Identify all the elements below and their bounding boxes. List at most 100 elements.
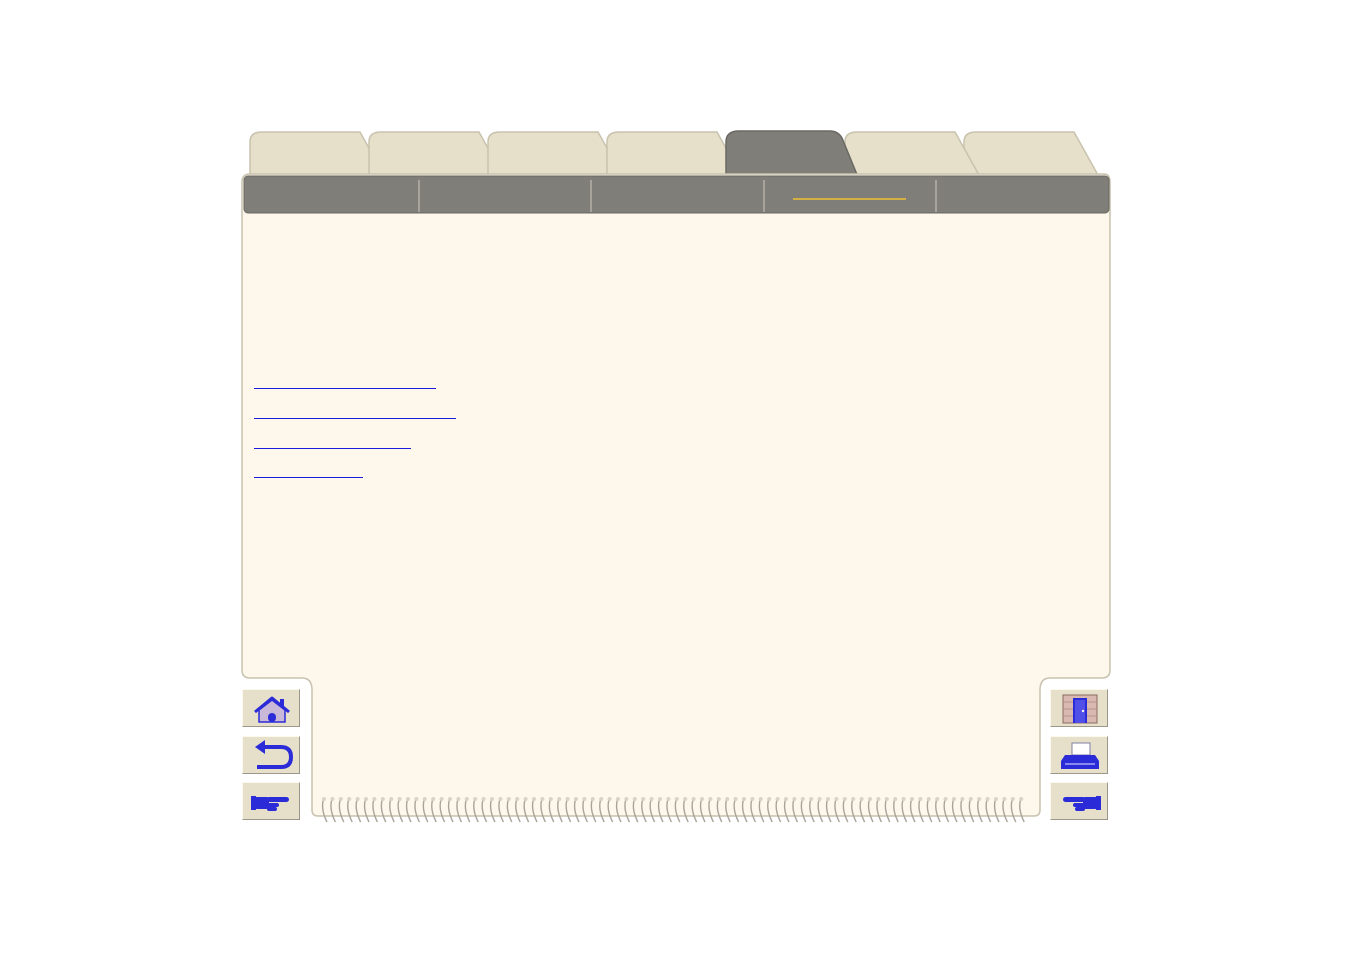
subtab-1[interactable] xyxy=(246,180,418,212)
spiral-hole xyxy=(683,797,688,801)
spiral-hole xyxy=(809,797,814,801)
spiral-hole xyxy=(750,797,755,801)
subtab-2[interactable] xyxy=(420,180,590,212)
tab-1[interactable] xyxy=(249,131,386,176)
spiral-hole xyxy=(691,797,696,801)
spiral-hole xyxy=(565,797,570,801)
spiral-hole xyxy=(893,797,898,801)
spiral-hole xyxy=(960,797,965,801)
tab-4[interactable] xyxy=(606,131,743,176)
spiral-hole xyxy=(364,797,368,801)
spiral-hole xyxy=(590,797,595,801)
content-link-1[interactable] xyxy=(254,374,436,389)
spiral-hole xyxy=(708,797,713,801)
spiral-hole xyxy=(506,797,511,801)
back-button[interactable] xyxy=(242,736,300,774)
home-button[interactable] xyxy=(242,689,300,727)
subtab-3[interactable] xyxy=(592,180,763,212)
spiral-hole xyxy=(758,797,763,801)
spiral-hole xyxy=(977,797,982,801)
hand-pointing-left-icon xyxy=(1063,796,1101,811)
exit-button[interactable] xyxy=(1050,689,1108,727)
spiral-hole xyxy=(557,797,562,801)
spiral-hole xyxy=(700,797,704,801)
spiral-hole xyxy=(784,797,788,801)
spiral-hole xyxy=(674,797,679,801)
spiral-hole xyxy=(574,797,578,801)
spiral-hole xyxy=(456,797,461,801)
spiral-hole xyxy=(994,797,998,801)
spiral-hole xyxy=(868,797,872,801)
spiral-hole xyxy=(876,797,881,801)
spiral-hole xyxy=(439,797,444,801)
spiral-hole xyxy=(607,797,612,801)
subtab-4-active[interactable] xyxy=(765,180,935,212)
spiral-hole xyxy=(389,797,394,801)
spiral-hole xyxy=(515,797,520,801)
spiral-hole xyxy=(733,797,738,801)
spiral-hole xyxy=(935,797,940,801)
tab-2[interactable] xyxy=(368,131,505,176)
spiral-hole xyxy=(800,797,805,801)
hand-pointing-right-icon xyxy=(251,796,289,811)
tab-6[interactable] xyxy=(844,131,981,176)
spiral-hole xyxy=(481,797,486,801)
spiral-hole xyxy=(599,797,604,801)
spiral-hole xyxy=(968,797,973,801)
spiral-hole xyxy=(338,797,343,801)
spiral-hole xyxy=(1002,797,1007,801)
spiral-hole xyxy=(490,797,494,801)
spiral-hole xyxy=(540,797,545,801)
spiral-hole xyxy=(330,797,335,801)
spiral-hole xyxy=(952,797,956,801)
spiral-hole xyxy=(523,797,528,801)
spiral-hole xyxy=(716,797,721,801)
spiral-hole xyxy=(884,797,889,801)
print-button[interactable] xyxy=(1050,736,1108,774)
spiral-hole xyxy=(473,797,478,801)
spiral-hole xyxy=(641,797,646,801)
back-arrow-icon xyxy=(255,740,294,769)
notebook-frame xyxy=(241,130,1111,823)
subtab-5[interactable] xyxy=(937,180,1107,212)
spiral-hole xyxy=(431,797,436,801)
spiral-hole xyxy=(548,797,553,801)
spiral-hole xyxy=(985,797,990,801)
printer-icon xyxy=(1061,742,1099,769)
spiral-hole xyxy=(414,797,419,801)
spiral-hole xyxy=(910,797,914,801)
spiral-hole xyxy=(632,797,637,801)
spiral-hole xyxy=(658,797,662,801)
spiral-hole xyxy=(826,797,830,801)
spiral-hole xyxy=(347,797,352,801)
content-link-3[interactable] xyxy=(254,434,411,449)
tab-7[interactable] xyxy=(963,131,1100,176)
exit-door-icon xyxy=(1062,694,1098,724)
spiral-hole xyxy=(842,797,847,801)
spiral-hole xyxy=(851,797,856,801)
spiral-hole xyxy=(725,797,730,801)
spiral-hole xyxy=(406,797,410,801)
spiral-hole xyxy=(767,797,772,801)
spiral-hole xyxy=(666,797,671,801)
spiral-hole xyxy=(1019,797,1024,801)
spiral-hole xyxy=(834,797,839,801)
spiral-hole xyxy=(380,797,385,801)
next-page-button[interactable] xyxy=(242,782,300,820)
spiral-hole xyxy=(372,797,377,801)
spiral-hole xyxy=(1010,797,1015,801)
spiral-hole xyxy=(498,797,503,801)
spiral-hole xyxy=(775,797,780,801)
content-link-4[interactable] xyxy=(254,463,363,478)
spiral-hole xyxy=(464,797,469,801)
spiral-hole xyxy=(355,797,360,801)
spiral-hole xyxy=(859,797,864,801)
tab-3[interactable] xyxy=(487,131,624,176)
content-link-2[interactable] xyxy=(254,404,456,419)
spiral-hole xyxy=(624,797,629,801)
spiral-hole xyxy=(817,797,822,801)
previous-page-button[interactable] xyxy=(1050,782,1108,820)
spiral-hole xyxy=(448,797,452,801)
page-panel xyxy=(241,173,1111,817)
spiral-hole xyxy=(616,797,620,801)
